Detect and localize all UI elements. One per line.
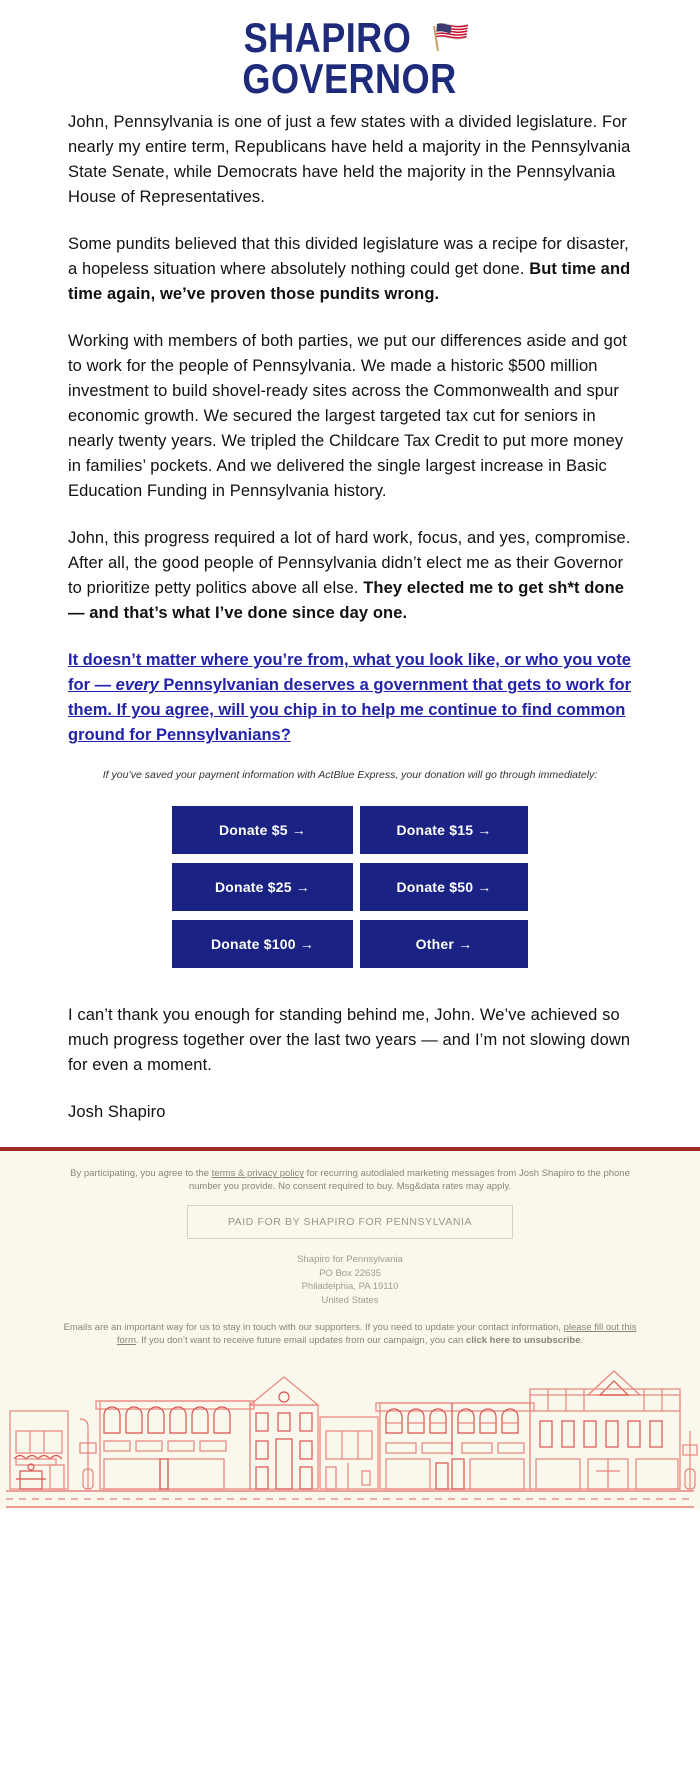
email-pref-end: . bbox=[580, 1335, 584, 1347]
donate-button-15[interactable]: Donate $15 → bbox=[360, 806, 528, 855]
address-line-3: Philadelphia, PA 19110 bbox=[301, 1281, 399, 1293]
donation-button-grid: Donate $5 → Donate $15 → Donate $25 → Do… bbox=[165, 797, 535, 977]
donate-button-50[interactable]: Donate $50 → bbox=[360, 863, 528, 912]
usa-flag-icon bbox=[428, 20, 470, 59]
donate-button-100[interactable]: Donate $100 → bbox=[172, 920, 353, 969]
paragraph-4: John, this progress required a lot of ha… bbox=[68, 526, 632, 626]
unsubscribe-link[interactable]: click here to unsubscribe bbox=[466, 1335, 581, 1346]
donate-button-25[interactable]: Donate $25 → bbox=[172, 863, 353, 912]
signature: Josh Shapiro bbox=[68, 1103, 166, 1122]
terms-privacy-policy-link[interactable]: terms & privacy policy bbox=[212, 1168, 304, 1179]
paid-for-disclaimer: PAID FOR BY SHAPIRO FOR PENNSYLVANIA bbox=[187, 1205, 513, 1240]
donation-row: Donate $25 → Donate $50 → bbox=[172, 863, 528, 912]
email-body: SHAPIRO GOVERNOR John, Pennsylvania is o… bbox=[0, 0, 700, 1510]
ask-emphasis-every: every bbox=[115, 676, 159, 695]
donate-button-5[interactable]: Donate $5 → bbox=[172, 806, 353, 855]
main-street-storefronts-illustration bbox=[6, 1370, 698, 1509]
donation-ask-link[interactable]: It doesn’t matter where you’re from, wha… bbox=[68, 648, 632, 748]
address-line-4: United States bbox=[321, 1294, 379, 1306]
address-line-1: Shapiro for Pennsylvania bbox=[297, 1254, 403, 1266]
actblue-express-note: If you’ve saved your payment information… bbox=[102, 769, 598, 782]
sms-disclaimer-pre: By participating, you agree to the bbox=[70, 1168, 212, 1180]
paragraph-2: Some pundits believed that this divided … bbox=[68, 232, 632, 307]
donation-row: Donate $5 → Donate $15 → bbox=[172, 806, 528, 855]
paragraph-3: Working with members of both parties, we… bbox=[68, 332, 627, 501]
email-preferences-text: Emails are an important way for us to st… bbox=[0, 1321, 700, 1347]
email-footer: By participating, you agree to the terms… bbox=[0, 1147, 700, 1510]
logo-line-governor: GOVERNOR bbox=[242, 55, 458, 102]
email-content: John, Pennsylvania is one of just a few … bbox=[0, 104, 700, 1125]
address-line-2: PO Box 22635 bbox=[319, 1267, 381, 1279]
email-pref-pre: Emails are an important way for us to st… bbox=[63, 1322, 564, 1334]
email-header: SHAPIRO GOVERNOR bbox=[0, 0, 700, 104]
paragraph-1: John, Pennsylvania is one of just a few … bbox=[68, 113, 631, 207]
donate-button-other[interactable]: Other → bbox=[360, 920, 528, 969]
donation-row: Donate $100 → Other → bbox=[172, 920, 528, 969]
sms-disclaimer: By participating, you agree to the terms… bbox=[0, 1167, 700, 1193]
shapiro-governor-logo[interactable]: SHAPIRO GOVERNOR bbox=[225, 14, 474, 102]
email-pref-mid: . If you don’t want to receive future em… bbox=[135, 1335, 466, 1347]
logo-line-shapiro: SHAPIRO bbox=[243, 14, 411, 61]
mailing-address: Shapiro for Pennsylvania PO Box 22635 Ph… bbox=[0, 1253, 700, 1307]
closing-paragraph: I can’t thank you enough for standing be… bbox=[68, 1006, 631, 1075]
